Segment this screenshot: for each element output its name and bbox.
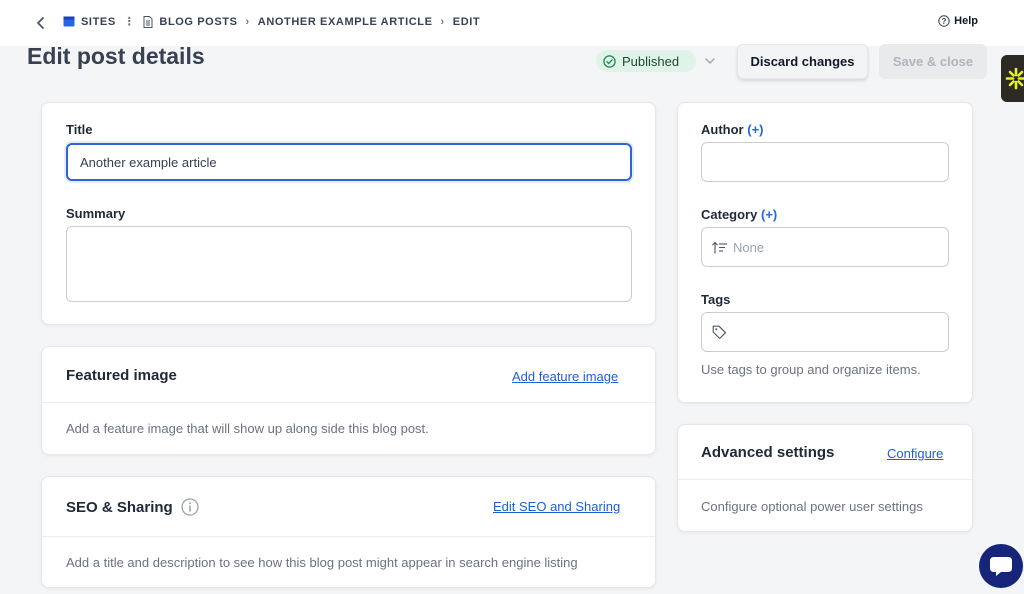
chat-button[interactable] (979, 544, 1023, 588)
seo-sharing-title: SEO & Sharing (66, 499, 173, 516)
sort-icon (712, 241, 727, 254)
chat-bubble-icon (990, 557, 1012, 576)
save-close-button[interactable]: Save & close (879, 44, 987, 79)
author-label-text: Author (701, 122, 744, 137)
author-label: Author (+) (701, 122, 763, 137)
help-label: Help (954, 15, 978, 27)
breadcrumb-label: SITES (81, 15, 116, 28)
breadcrumb-label: ANOTHER EXAMPLE ARTICLE (257, 15, 433, 28)
featured-image-description: Add a feature image that will show up al… (66, 421, 429, 436)
breadcrumb-label: EDIT (452, 15, 481, 28)
tags-label: Tags (701, 292, 731, 307)
chevron-right-icon: › (440, 15, 445, 28)
title-label: Title (66, 122, 93, 137)
advanced-settings-card: Advanced settings Configure Configure op… (677, 424, 973, 532)
top-bar: SITES ⋮ BLOG POSTS › ANOTHER EXAMPLE ART… (0, 0, 1024, 46)
summary-label: Summary (66, 206, 126, 221)
category-label-text: Category (701, 207, 758, 222)
category-placeholder: None (733, 239, 765, 255)
help-icon: ? (938, 15, 950, 27)
breadcrumb-item-blog-posts[interactable]: BLOG POSTS (143, 15, 238, 28)
help-link[interactable]: ? Help (938, 15, 978, 27)
breadcrumb-item-edit: EDIT (453, 16, 480, 28)
back-arrow-icon[interactable] (33, 14, 49, 32)
sites-icon (63, 16, 75, 27)
divider (42, 536, 655, 537)
breadcrumb-label: BLOG POSTS (159, 15, 238, 28)
check-circle-icon (603, 54, 616, 68)
status-badge[interactable]: Published (596, 50, 696, 72)
divider (42, 402, 655, 403)
status-label: Published (622, 53, 680, 69)
side-widget-tab[interactable] (1001, 55, 1024, 102)
chevron-right-icon: › (245, 15, 250, 28)
breadcrumb-item-article[interactable]: ANOTHER EXAMPLE ARTICLE (258, 16, 433, 28)
tags-hint: Use tags to group and organize items. (701, 362, 921, 377)
post-details-card: Title Summary (41, 102, 656, 325)
advanced-settings-description: Configure optional power user settings (701, 499, 923, 514)
tag-icon (712, 325, 727, 339)
featured-image-title: Featured image (66, 367, 177, 384)
breadcrumb: SITES ⋮ BLOG POSTS › ANOTHER EXAMPLE ART… (63, 15, 480, 28)
category-select[interactable]: None (701, 227, 949, 267)
info-icon[interactable] (181, 498, 199, 516)
author-input[interactable] (701, 142, 949, 182)
configure-link[interactable]: Configure (887, 446, 943, 461)
seo-sharing-description: Add a title and description to see how t… (66, 555, 578, 570)
add-feature-image-link[interactable]: Add feature image (512, 369, 618, 384)
seo-sharing-card: SEO & Sharing Edit SEO and Sharing Add a… (41, 476, 656, 588)
tags-input[interactable] (701, 312, 949, 352)
breadcrumb-item-sites[interactable]: SITES (63, 16, 116, 28)
meta-card: Author (+) Category (+) None Tags Use ta… (677, 102, 973, 403)
chevron-down-icon[interactable] (703, 54, 717, 68)
breadcrumb-dots-icon: ⋮ (123, 16, 136, 28)
advanced-settings-title: Advanced settings (701, 444, 835, 461)
divider (678, 479, 972, 480)
svg-text:?: ? (942, 17, 947, 26)
edit-seo-sharing-link[interactable]: Edit SEO and Sharing (493, 499, 620, 514)
add-category-button[interactable]: (+) (761, 207, 777, 222)
page-title: Edit post details (27, 43, 205, 69)
category-label: Category (+) (701, 207, 777, 222)
sparkle-icon (1005, 67, 1024, 90)
add-author-button[interactable]: (+) (747, 122, 763, 137)
title-input[interactable] (66, 143, 632, 181)
featured-image-card: Featured image Add feature image Add a f… (41, 346, 656, 455)
summary-textarea[interactable] (66, 226, 632, 302)
document-icon (143, 15, 153, 28)
discard-changes-button[interactable]: Discard changes (737, 44, 868, 79)
